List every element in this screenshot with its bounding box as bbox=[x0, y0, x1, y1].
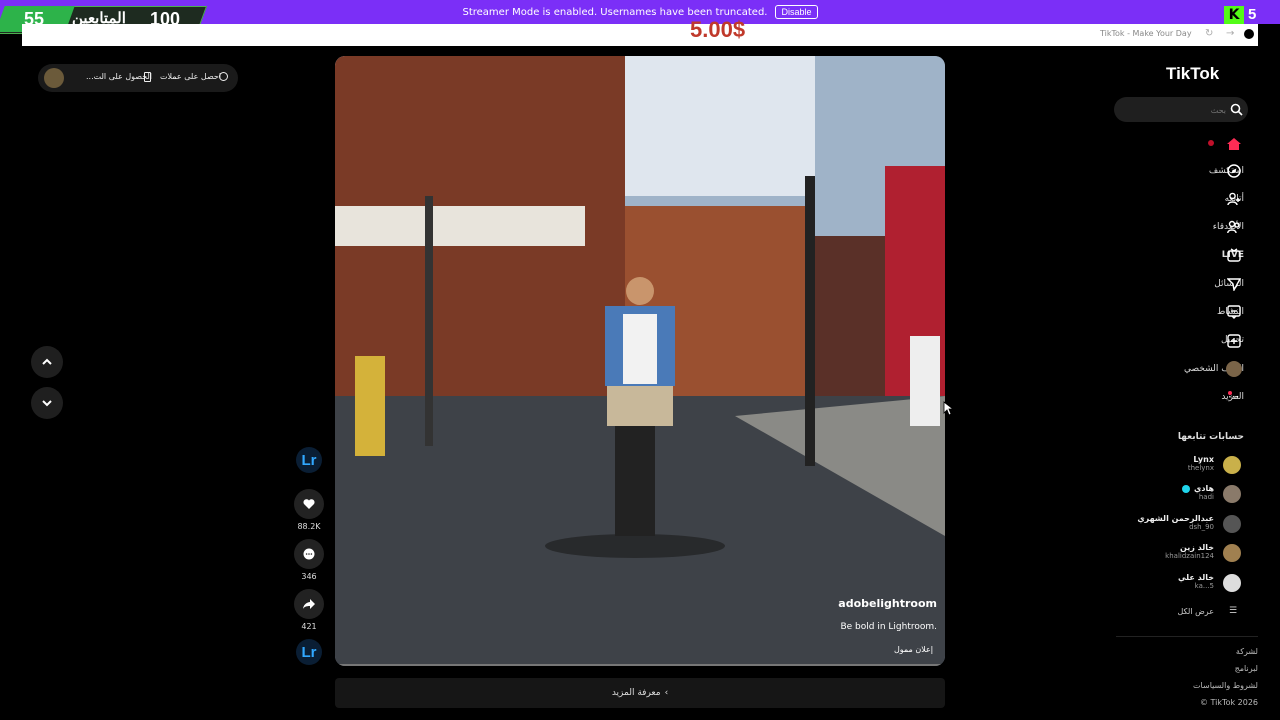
following-heading: حسابات تتابعها bbox=[1177, 432, 1244, 442]
profile-avatar-icon[interactable] bbox=[1226, 361, 1242, 377]
search-box[interactable] bbox=[1114, 97, 1248, 122]
donation-price: 5.00$ bbox=[690, 17, 746, 42]
account-avatar[interactable] bbox=[1223, 544, 1241, 562]
compass-icon bbox=[1227, 164, 1241, 178]
live-icon bbox=[1227, 248, 1241, 262]
share-button[interactable] bbox=[294, 589, 324, 619]
more-dot bbox=[1228, 391, 1232, 395]
heart-icon bbox=[303, 499, 315, 509]
music-disc-badge[interactable]: Lr bbox=[296, 639, 322, 665]
forward-icon[interactable]: → bbox=[1226, 28, 1234, 39]
account-handle: thelynx bbox=[1187, 464, 1214, 472]
browser-tab-title[interactable]: TikTok - Make Your Day bbox=[1100, 29, 1192, 38]
footer-terms[interactable]: لشروط والسياسات bbox=[1193, 681, 1258, 690]
account-name: عبدالرحمن الشهري bbox=[1137, 514, 1214, 523]
account-avatar[interactable] bbox=[1223, 574, 1241, 592]
list-icon: ☰ bbox=[1229, 606, 1238, 616]
coin-icon bbox=[219, 72, 228, 81]
following-account-item[interactable]: خالد زين khalidzain124 bbox=[1165, 543, 1214, 560]
video-author[interactable]: adobelightroom bbox=[838, 597, 937, 610]
account-handle: hadi bbox=[1198, 493, 1214, 501]
account-name: خالد علي bbox=[1177, 573, 1214, 582]
see-more-label: معرفة المزيد bbox=[611, 688, 661, 698]
comment-icon bbox=[303, 548, 315, 560]
account-avatar[interactable] bbox=[1223, 456, 1241, 474]
account-name: هادي bbox=[1194, 484, 1214, 493]
following-account-item[interactable]: عبدالرحمن الشهري dsh_90 bbox=[1137, 514, 1214, 531]
account-handle: khalidzain124 bbox=[1165, 552, 1214, 560]
next-video-button[interactable] bbox=[31, 387, 63, 419]
footer-company[interactable]: لشركة bbox=[1236, 647, 1258, 656]
following-account-item[interactable]: Lynx thelynx bbox=[1188, 455, 1214, 472]
get-app-link[interactable]: الحصول على الت... bbox=[86, 72, 152, 81]
friends-icon bbox=[1227, 220, 1240, 234]
search-input[interactable] bbox=[1124, 101, 1228, 119]
reload-icon[interactable]: ↻ bbox=[1205, 28, 1213, 39]
video-player[interactable]: adobelightroom Be bold in Lightroom. إعل… bbox=[335, 56, 945, 666]
see-all-link[interactable]: عرض الكل bbox=[1177, 607, 1214, 616]
kick-count: 5 bbox=[1248, 6, 1257, 23]
video-caption: Be bold in Lightroom. bbox=[840, 622, 937, 632]
following-account-item[interactable]: هادي hadi bbox=[1194, 484, 1214, 501]
likes-count: 88.2K bbox=[297, 522, 321, 531]
streamer-message-text: Streamer Mode is enabled. Usernames have… bbox=[462, 6, 768, 18]
video-frame bbox=[335, 56, 945, 666]
disable-streamer-button[interactable]: Disable bbox=[775, 5, 818, 19]
account-name: Lynx bbox=[1193, 455, 1214, 464]
tiktok-logo[interactable]: TikTok bbox=[1166, 64, 1219, 84]
share-icon bbox=[303, 599, 315, 609]
account-avatar[interactable] bbox=[1223, 485, 1241, 503]
send-icon bbox=[1227, 278, 1241, 291]
browser-tab-strip bbox=[22, 24, 1258, 46]
brand-profile-badge[interactable]: Lr bbox=[296, 447, 322, 473]
comment-button[interactable] bbox=[294, 539, 324, 569]
phone-icon bbox=[144, 72, 151, 82]
video-progress-bar[interactable] bbox=[335, 664, 945, 666]
previous-video-button[interactable] bbox=[31, 346, 63, 378]
sidebar-divider bbox=[1116, 636, 1258, 637]
get-coins-link[interactable]: احصل على عملات bbox=[160, 72, 221, 81]
comments-count: 346 bbox=[301, 572, 317, 581]
like-button[interactable] bbox=[294, 489, 324, 519]
home-icon[interactable] bbox=[1226, 136, 1242, 150]
following-account-item[interactable]: خالد علي ka...5 bbox=[1178, 573, 1214, 590]
sponsored-label: إعلان ممول bbox=[893, 645, 933, 654]
cursor-icon bbox=[943, 401, 953, 416]
footer-program[interactable]: لبرنامج bbox=[1235, 664, 1258, 673]
see-more-button[interactable]: معرفة المزيد ‹ bbox=[335, 678, 945, 708]
user-plus-icon bbox=[1227, 192, 1240, 206]
account-handle: ka...5 bbox=[1194, 582, 1214, 590]
chevron-down-icon bbox=[42, 400, 52, 407]
verified-icon bbox=[1182, 485, 1190, 493]
kick-logo: K bbox=[1224, 6, 1244, 24]
home-indicator-dot bbox=[1208, 140, 1214, 146]
chevron-up-icon bbox=[42, 358, 52, 365]
account-handle: dsh_90 bbox=[1189, 523, 1214, 531]
account-name: خالد زين bbox=[1180, 543, 1214, 552]
search-icon bbox=[1230, 103, 1243, 116]
footer-copyright: © TikTok 2026 bbox=[1200, 698, 1258, 707]
shares-count: 421 bbox=[301, 622, 317, 631]
tiktok-favicon-icon bbox=[1244, 29, 1254, 39]
upload-icon bbox=[1227, 334, 1241, 348]
activity-icon bbox=[1227, 305, 1241, 319]
coins-avatar[interactable] bbox=[44, 68, 64, 88]
chevron-left-icon: ‹ bbox=[664, 688, 669, 698]
account-avatar[interactable] bbox=[1223, 515, 1241, 533]
